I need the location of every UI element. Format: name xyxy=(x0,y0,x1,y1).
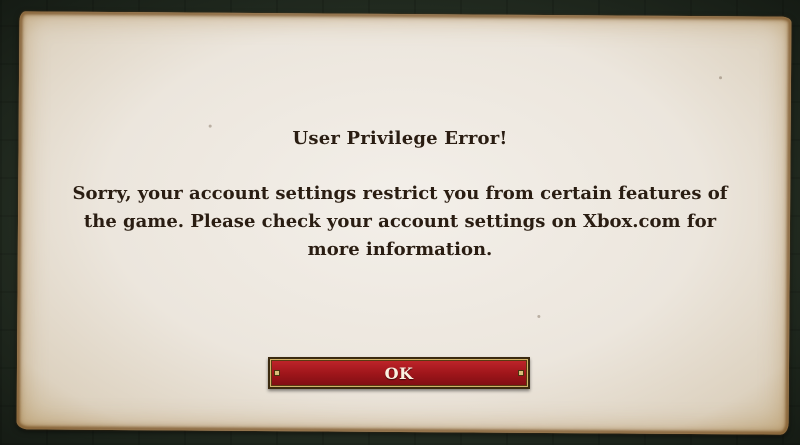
parchment-speck xyxy=(537,314,541,318)
ok-button[interactable]: OK xyxy=(268,357,530,389)
parchment-speck xyxy=(719,76,723,80)
dialog-title: User Privilege Error! xyxy=(292,128,508,149)
dialog-message: Sorry, your account settings restrict yo… xyxy=(72,183,728,260)
button-right-stud xyxy=(518,370,524,376)
button-left-stud xyxy=(274,370,280,376)
ok-button-label: OK xyxy=(384,363,414,383)
